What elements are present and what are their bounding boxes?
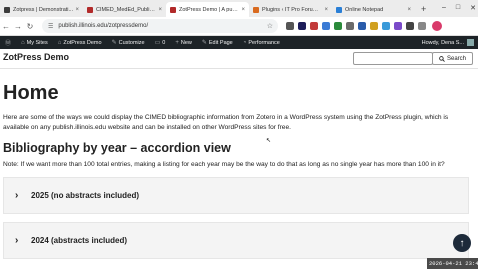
extensions-toolbar (286, 22, 426, 30)
search-input[interactable] (353, 52, 433, 65)
tab-cimed-publications[interactable]: CIMED_MedEd_Publicat... × (83, 2, 166, 17)
address-bar-row: ← → ↻ ☰ publish.illinois.edu/zotpressdem… (0, 17, 478, 36)
tab-close-icon[interactable]: × (407, 7, 411, 13)
my-sites-icon: ⌂ (21, 39, 25, 46)
tab-title: Zotpress | Demonstrati... (13, 6, 74, 13)
reload-icon[interactable]: ↻ (24, 22, 36, 31)
wp-edit-page[interactable]: ✎ Edit Page (197, 39, 238, 47)
tab-close-icon[interactable]: × (158, 7, 162, 13)
wp-performance[interactable]: ◔ Performance (238, 40, 285, 46)
extension-icon[interactable] (322, 22, 330, 30)
timestamp-overlay: 2026-04-21 23:44 (427, 258, 478, 269)
tab-favicon-icon (87, 6, 93, 13)
profile-avatar[interactable] (432, 21, 442, 31)
comments-icon: ▭ (154, 40, 161, 46)
accordion-label: 2024 (abstracts included) (31, 236, 128, 245)
search-button[interactable]: Search (432, 52, 473, 65)
page-title: Home (3, 82, 59, 104)
tab-close-icon[interactable]: × (324, 7, 328, 13)
wp-admin-bar: Ⓦ ⌂ My Sites ⌂ ZotPress Demo ✎ Customize… (0, 36, 478, 49)
extension-icon[interactable] (394, 22, 402, 30)
wp-account-menu[interactable]: Howdy, Dena S... (422, 36, 474, 49)
site-info-icon[interactable]: ☰ (48, 23, 53, 30)
wp-new-content[interactable]: + New (170, 40, 197, 46)
tab-favicon-icon (336, 6, 342, 13)
scroll-to-top-button[interactable]: ↑ (453, 234, 471, 252)
extension-icon[interactable] (382, 22, 390, 30)
tab-favicon-icon (4, 6, 10, 13)
performance-icon: ◔ (242, 39, 247, 46)
wp-edit-page-label: Edit Page (208, 39, 233, 46)
chevron-right-icon: › (15, 190, 19, 201)
site-title[interactable]: ZotPress Demo (3, 52, 69, 62)
note-paragraph: Note: If we want more than 100 total ent… (3, 161, 445, 168)
chevron-right-icon: › (15, 235, 19, 246)
new-tab-button[interactable]: + (415, 2, 432, 17)
accordion-label: 2025 (no abstracts included) (31, 191, 140, 200)
wp-customize-label: Customize (118, 39, 145, 46)
tab-online-notepad[interactable]: Online Notepad × (332, 2, 415, 17)
window-controls: – □ ✕ (442, 0, 476, 15)
edit-icon: ✎ (201, 40, 207, 46)
section-heading: Bibliography by year – accordion view (3, 141, 231, 155)
tab-close-icon[interactable]: × (75, 7, 79, 13)
wp-site-name[interactable]: ⌂ ZotPress Demo (53, 40, 107, 46)
extension-icon[interactable] (358, 22, 366, 30)
intro-paragraph: Here are some of the ways we could displ… (3, 114, 449, 131)
wp-new-label: New (180, 39, 192, 46)
wordpress-icon: Ⓦ (5, 41, 12, 47)
tab-title: Online Notepad (345, 6, 384, 13)
back-icon[interactable]: ← (0, 22, 12, 31)
wp-greeting: Howdy, Dena S... (421, 39, 464, 46)
extension-icon[interactable] (406, 22, 414, 30)
bookmark-star-icon[interactable]: ☆ (267, 22, 273, 30)
accordion-2024[interactable]: › 2024 (abstracts included) (3, 222, 469, 259)
tab-title: ZotPress Demo | A publi... (179, 6, 240, 13)
wp-my-sites-label: My Sites (26, 39, 48, 46)
mouse-cursor-icon: ↖ (266, 138, 272, 144)
maximize-icon[interactable]: □ (456, 4, 460, 11)
extension-icon[interactable] (286, 22, 294, 30)
extension-icon[interactable] (298, 22, 306, 30)
extension-icon[interactable] (370, 22, 378, 30)
wp-performance-label: Performance (248, 39, 280, 46)
extension-icon[interactable] (310, 22, 318, 30)
tab-title: Plugins ‹ IT Pro Forum ... (262, 6, 323, 13)
customize-icon: ✎ (111, 40, 117, 46)
home-icon: ⌂ (57, 39, 62, 46)
search-icon (439, 55, 445, 62)
extension-icon[interactable] (334, 22, 342, 30)
close-window-icon[interactable]: ✕ (470, 4, 476, 12)
avatar (467, 39, 474, 46)
accordion-2025[interactable]: › 2025 (no abstracts included) (3, 177, 469, 214)
wp-comments[interactable]: ▭ 0 (150, 39, 171, 47)
plus-icon: + (175, 39, 179, 46)
url-field[interactable]: ☰ publish.illinois.edu/zotpressdemo/ ☆ (42, 19, 278, 33)
tab-title: CIMED_MedEd_Publicat... (96, 6, 157, 13)
extension-icon[interactable] (346, 22, 354, 30)
tab-favicon-icon (253, 6, 259, 13)
wp-comments-count: 0 (162, 39, 166, 46)
extension-icon[interactable] (418, 22, 426, 30)
wp-customize[interactable]: ✎ Customize (107, 39, 150, 47)
wp-my-sites[interactable]: ⌂ My Sites (16, 40, 53, 46)
tab-close-icon[interactable]: × (241, 7, 245, 13)
site-header: ZotPress Demo Search (0, 49, 478, 69)
tab-plugins[interactable]: Plugins ‹ IT Pro Forum ... × (249, 2, 332, 17)
wp-site-name-label: ZotPress Demo (63, 39, 102, 46)
tab-zotpress-demo[interactable]: ZotPress Demo | A publi... × (166, 2, 249, 17)
browser-tab-bar: Zotpress | Demonstrati... × CIMED_MedEd_… (0, 0, 478, 17)
minimize-icon[interactable]: – (442, 4, 446, 11)
arrow-up-icon: ↑ (459, 237, 465, 249)
tab-zotpress-demonstration[interactable]: Zotpress | Demonstrati... × (0, 2, 83, 17)
tab-favicon-icon (170, 6, 176, 13)
url-text: publish.illinois.edu/zotpressdemo/ (58, 23, 149, 29)
forward-icon[interactable]: → (12, 22, 24, 31)
search-button-label: Search (446, 55, 466, 62)
wp-logo-menu[interactable]: Ⓦ (0, 38, 16, 47)
